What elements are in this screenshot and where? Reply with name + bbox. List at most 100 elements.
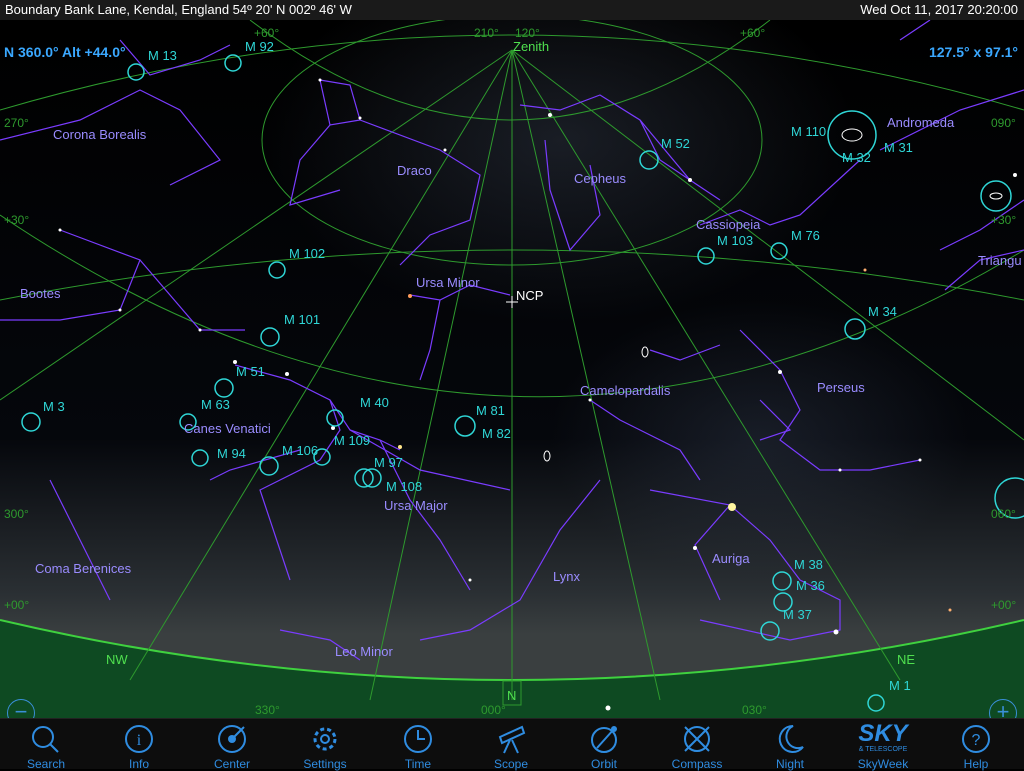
messier-label[interactable]: M 34 (868, 304, 897, 319)
toolbar-help[interactable]: ? Help (931, 723, 1021, 771)
status-bar: Boundary Bank Lane, Kendal, England 54º … (0, 0, 1024, 20)
grid-coordinate-label: 090° (991, 116, 1016, 130)
clock-icon (404, 725, 432, 753)
messier-label[interactable]: M 51 (236, 364, 265, 379)
messier-label[interactable]: M 37 (783, 607, 812, 622)
grid-coordinate-label: 270° (4, 116, 29, 130)
toolbar-center[interactable]: Center (187, 723, 277, 771)
grid-coordinate-label: +00° (991, 598, 1016, 612)
toolbar-label: Help (963, 757, 989, 771)
constellation-label[interactable]: Cepheus (574, 171, 627, 186)
sky-chart-canvas[interactable]: Zenith NCP Corona Borealis Draco Cepheus Andr… (0, 20, 1024, 718)
grid-coordinate-label: +30° (991, 213, 1016, 227)
messier-label[interactable]: M 76 (791, 228, 820, 243)
toolbar-label: Search (26, 757, 66, 771)
constellation-label[interactable]: Auriga (712, 551, 750, 566)
toolbar-label: Settings (303, 757, 347, 771)
toolbar-skyweek[interactable]: SKY & TELESCOPE SkyWeek (838, 722, 928, 771)
constellation-label[interactable]: Camelopardalis (580, 383, 671, 398)
compass-label-ne: NE (897, 652, 915, 667)
messier-label[interactable]: M 106 (282, 443, 318, 458)
ncp-label[interactable]: NCP (516, 288, 543, 303)
messier-label[interactable]: M 38 (794, 557, 823, 572)
svg-text:?: ? (972, 732, 981, 749)
constellation-label[interactable]: Perseus (817, 380, 865, 395)
compass-icon (684, 726, 710, 752)
toolbar-label: Time (404, 757, 432, 771)
constellation-label[interactable]: Andromeda (887, 115, 955, 130)
north-marker-label[interactable]: N (507, 688, 516, 703)
search-icon (32, 726, 59, 753)
messier-label[interactable]: M 36 (796, 578, 825, 593)
datetime-text[interactable]: Wed Oct 11, 2017 20:20:00 (860, 0, 1018, 20)
toolbar-label: Night (775, 757, 804, 771)
toolbar-label: Orbit (590, 757, 617, 771)
messier-label[interactable]: M 3 (43, 399, 65, 414)
messier-label[interactable]: M 31 (884, 140, 913, 155)
zenith-label[interactable]: Zenith (513, 39, 549, 54)
constellation-label[interactable]: Ursa Major (384, 498, 448, 513)
telescope-icon (498, 725, 526, 754)
grid-coordinate-label: 030° (742, 703, 767, 717)
messier-label[interactable]: M 52 (661, 136, 690, 151)
grid-coordinate-label: +60° (740, 26, 765, 40)
compass-label-nw: NW (106, 652, 128, 667)
toolbar-time[interactable]: Time (373, 723, 463, 771)
toolbar-label: Info (128, 757, 149, 771)
bottom-toolbar: Search i Info Center Settings Time Scope… (0, 718, 1024, 771)
messier-label[interactable]: M 102 (289, 246, 325, 261)
constellation-label[interactable]: Lynx (553, 569, 580, 584)
toolbar-search[interactable]: Search (1, 723, 91, 771)
altaz-readout: N 360.0° Alt +44.0° (4, 44, 126, 60)
svg-text:i: i (137, 732, 142, 749)
grid-coordinate-label: +00° (4, 598, 29, 612)
toolbar-label: Compass (671, 757, 723, 771)
messier-label[interactable]: M 40 (360, 395, 389, 410)
field-of-view[interactable]: 127.5° x 97.1° (929, 44, 1018, 60)
messier-label[interactable]: M 97 (374, 455, 403, 470)
messier-label[interactable]: M 32 (842, 150, 871, 165)
grid-coordinate-label: +60° (254, 26, 279, 40)
constellation-label[interactable]: Coma Berenices (35, 561, 132, 576)
messier-label[interactable]: M 94 (217, 446, 246, 461)
constellation-label[interactable]: Cassiopeia (696, 217, 761, 232)
help-icon: ? (962, 725, 990, 753)
toolbar-night[interactable]: Night (745, 723, 835, 771)
grid-coordinate-label: 120° (515, 26, 540, 40)
messier-label[interactable]: M 81 (476, 403, 505, 418)
toolbar-orbit[interactable]: Orbit (559, 723, 649, 771)
constellation-label[interactable]: Triangu (978, 253, 1022, 268)
messier-label[interactable]: M 13 (148, 48, 177, 63)
constellation-label[interactable]: Canes Venatici (184, 421, 271, 436)
messier-label[interactable]: M 101 (284, 312, 320, 327)
toolbar-label: Center (213, 757, 251, 771)
messier-label[interactable]: M 1 (889, 678, 911, 693)
toolbar-info[interactable]: i Info (94, 723, 184, 771)
toolbar-compass[interactable]: Compass (652, 723, 742, 771)
stars (58, 78, 1017, 711)
grid-coordinate-label: 300° (4, 507, 29, 521)
constellation-label[interactable]: Draco (397, 163, 432, 178)
grid-coordinate-label: +30° (4, 213, 29, 227)
messier-label[interactable]: M 110 (791, 124, 826, 139)
messier-markers[interactable] (21, 54, 1024, 712)
messier-label[interactable]: M 63 (201, 397, 230, 412)
messier-label[interactable]: M 103 (717, 233, 753, 248)
constellation-label[interactable]: Ursa Minor (416, 275, 480, 290)
toolbar-settings[interactable]: Settings (280, 723, 370, 771)
sky-chart[interactable]: Zenith NCP Corona Borealis Draco Cepheus Andr… (0, 20, 1024, 718)
toolbar-scope[interactable]: Scope (466, 723, 556, 771)
gear-icon (313, 727, 337, 751)
constellation-label[interactable]: Bootes (20, 286, 61, 301)
center-icon (218, 725, 246, 753)
sky-telescope-logo: SKY & TELESCOPE (838, 722, 928, 755)
messier-label[interactable]: M 82 (482, 426, 511, 441)
grid-coordinate-label: 210° (474, 26, 499, 40)
messier-label[interactable]: M 109 (334, 433, 370, 448)
constellation-label[interactable]: Leo Minor (335, 644, 393, 659)
constellation-label[interactable]: Corona Borealis (53, 127, 147, 142)
messier-label[interactable]: M 92 (245, 39, 274, 54)
info-icon: i (125, 725, 153, 753)
messier-label[interactable]: M 108 (386, 479, 422, 494)
toolbar-label: SkyWeek (857, 757, 909, 771)
